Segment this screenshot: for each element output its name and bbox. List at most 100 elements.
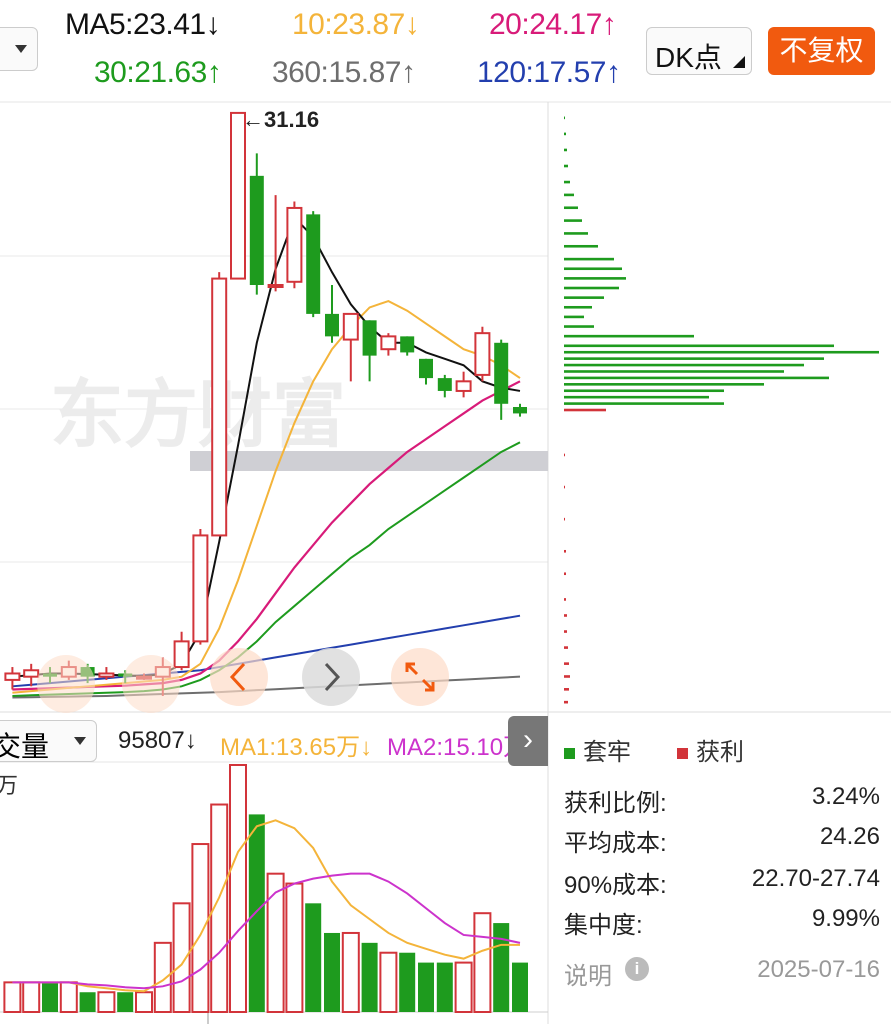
green-square-icon bbox=[564, 748, 575, 760]
candle-body bbox=[286, 206, 303, 283]
expand-arrows-icon bbox=[405, 662, 435, 692]
chip-bar-trapped bbox=[564, 286, 619, 290]
chip-bar-trapped bbox=[564, 267, 622, 271]
chip-bar-trapped bbox=[564, 180, 570, 184]
chip-bar-profit bbox=[564, 453, 565, 457]
volume-bar bbox=[22, 981, 41, 1013]
chip-bar-trapped bbox=[564, 350, 879, 354]
volume-bar bbox=[191, 843, 210, 1013]
legend-profit: 获利 bbox=[677, 732, 744, 767]
candle-body bbox=[192, 534, 209, 643]
chip-bar-trapped bbox=[564, 257, 614, 261]
volume-bar bbox=[79, 992, 96, 1012]
chip-bar-profit bbox=[564, 614, 567, 617]
candle-body bbox=[173, 640, 190, 669]
candle-body bbox=[249, 175, 264, 285]
volume-bar bbox=[454, 961, 473, 1013]
volume-unit: 万 bbox=[0, 773, 19, 798]
fullscreen-button[interactable] bbox=[391, 648, 449, 706]
volume-bar bbox=[341, 931, 360, 1014]
cost-band bbox=[190, 451, 548, 471]
indicator-selector[interactable]: 交量 bbox=[0, 720, 97, 762]
candle-body bbox=[267, 284, 284, 288]
chip-bar-trapped bbox=[564, 376, 829, 380]
candle-body bbox=[230, 111, 246, 280]
volume-bar bbox=[379, 951, 398, 1013]
volume-bar bbox=[117, 992, 134, 1012]
volume-bar bbox=[172, 902, 191, 1014]
candle-body bbox=[325, 313, 339, 337]
candle-body bbox=[437, 378, 452, 391]
volume-bar bbox=[512, 962, 528, 1012]
chip-bar-trapped bbox=[564, 277, 626, 280]
candle-body bbox=[362, 320, 377, 356]
volume-bar bbox=[285, 882, 304, 1013]
expand-panel-button[interactable]: › bbox=[508, 716, 548, 766]
chip-bar-profit bbox=[564, 675, 570, 678]
candle-body bbox=[419, 358, 433, 379]
candle-body bbox=[513, 407, 527, 414]
scroll-left-button[interactable] bbox=[210, 648, 268, 706]
candle-body bbox=[98, 672, 115, 678]
volume-bar bbox=[266, 872, 285, 1013]
volume-value: 95807↓ bbox=[118, 727, 197, 754]
volume-bars bbox=[3, 764, 528, 1014]
chip-bar-trapped bbox=[564, 206, 578, 210]
legend-trapped: 套牢 bbox=[564, 732, 631, 767]
nav-faint-button[interactable] bbox=[37, 655, 95, 713]
chevron-right-icon bbox=[324, 662, 341, 692]
chip-bar-trapped bbox=[564, 219, 582, 222]
scroll-right-button[interactable] bbox=[302, 648, 360, 706]
chip-bar-trapped bbox=[564, 357, 824, 360]
nav-faint-button-2[interactable] bbox=[122, 655, 180, 713]
volume-bar bbox=[97, 991, 116, 1013]
ma10-line bbox=[12, 299, 521, 694]
chip-bar-profit bbox=[564, 598, 566, 601]
candle-body bbox=[306, 214, 321, 314]
chip-bar-trapped bbox=[564, 370, 784, 373]
chevron-right-icon: › bbox=[523, 723, 533, 756]
volume-ma1: MA1:13.65万↓ bbox=[220, 734, 373, 761]
volume-bar bbox=[42, 982, 58, 1012]
chevron-down-icon bbox=[74, 737, 86, 745]
chip-bar-profit bbox=[564, 517, 565, 521]
volume-ma2: MA2:15.10万 bbox=[387, 734, 528, 761]
chip-bar-profit bbox=[564, 572, 566, 576]
candle-body bbox=[455, 380, 472, 392]
chip-bar-trapped bbox=[564, 383, 764, 386]
high-price-label: ←31.16 bbox=[242, 107, 319, 132]
chip-bar-trapped bbox=[564, 244, 598, 248]
chip-bar-trapped bbox=[564, 193, 574, 197]
chip-bar-trapped bbox=[564, 132, 566, 136]
chip-bar-profit bbox=[564, 662, 569, 665]
chip-date: 2025-07-16 bbox=[757, 956, 880, 983]
watermark: 东方财富 bbox=[50, 372, 346, 458]
chip-bar-trapped bbox=[564, 344, 834, 348]
volume-bar bbox=[324, 932, 340, 1012]
info-icon[interactable]: i bbox=[625, 957, 649, 981]
volume-bar bbox=[436, 962, 453, 1012]
explanation-link[interactable]: 说明 bbox=[564, 956, 612, 991]
chip-bar-trapped bbox=[564, 116, 565, 120]
candle-body bbox=[4, 672, 21, 681]
chip-bar-profit bbox=[564, 630, 567, 633]
volume-bar bbox=[153, 941, 172, 1014]
chip-bar-trapped bbox=[564, 389, 724, 393]
volume-bar bbox=[473, 912, 492, 1014]
volume-bar bbox=[399, 952, 416, 1012]
candle-body bbox=[23, 669, 40, 678]
volume-bar bbox=[248, 814, 265, 1012]
volume-bar bbox=[418, 962, 434, 1012]
candle-body bbox=[494, 342, 509, 404]
chip-bar-profit bbox=[564, 646, 568, 649]
chip-bar-trapped bbox=[564, 164, 568, 168]
chip-distribution bbox=[564, 116, 879, 704]
chip-bar-trapped bbox=[564, 315, 584, 319]
red-square-icon bbox=[677, 748, 688, 760]
chip-bar-profit bbox=[564, 485, 565, 489]
volume-bar bbox=[493, 923, 510, 1012]
candle-body bbox=[211, 277, 228, 537]
chip-bar-trapped bbox=[564, 148, 567, 152]
candle-body bbox=[474, 332, 491, 376]
chip-bar-profit bbox=[564, 700, 568, 704]
